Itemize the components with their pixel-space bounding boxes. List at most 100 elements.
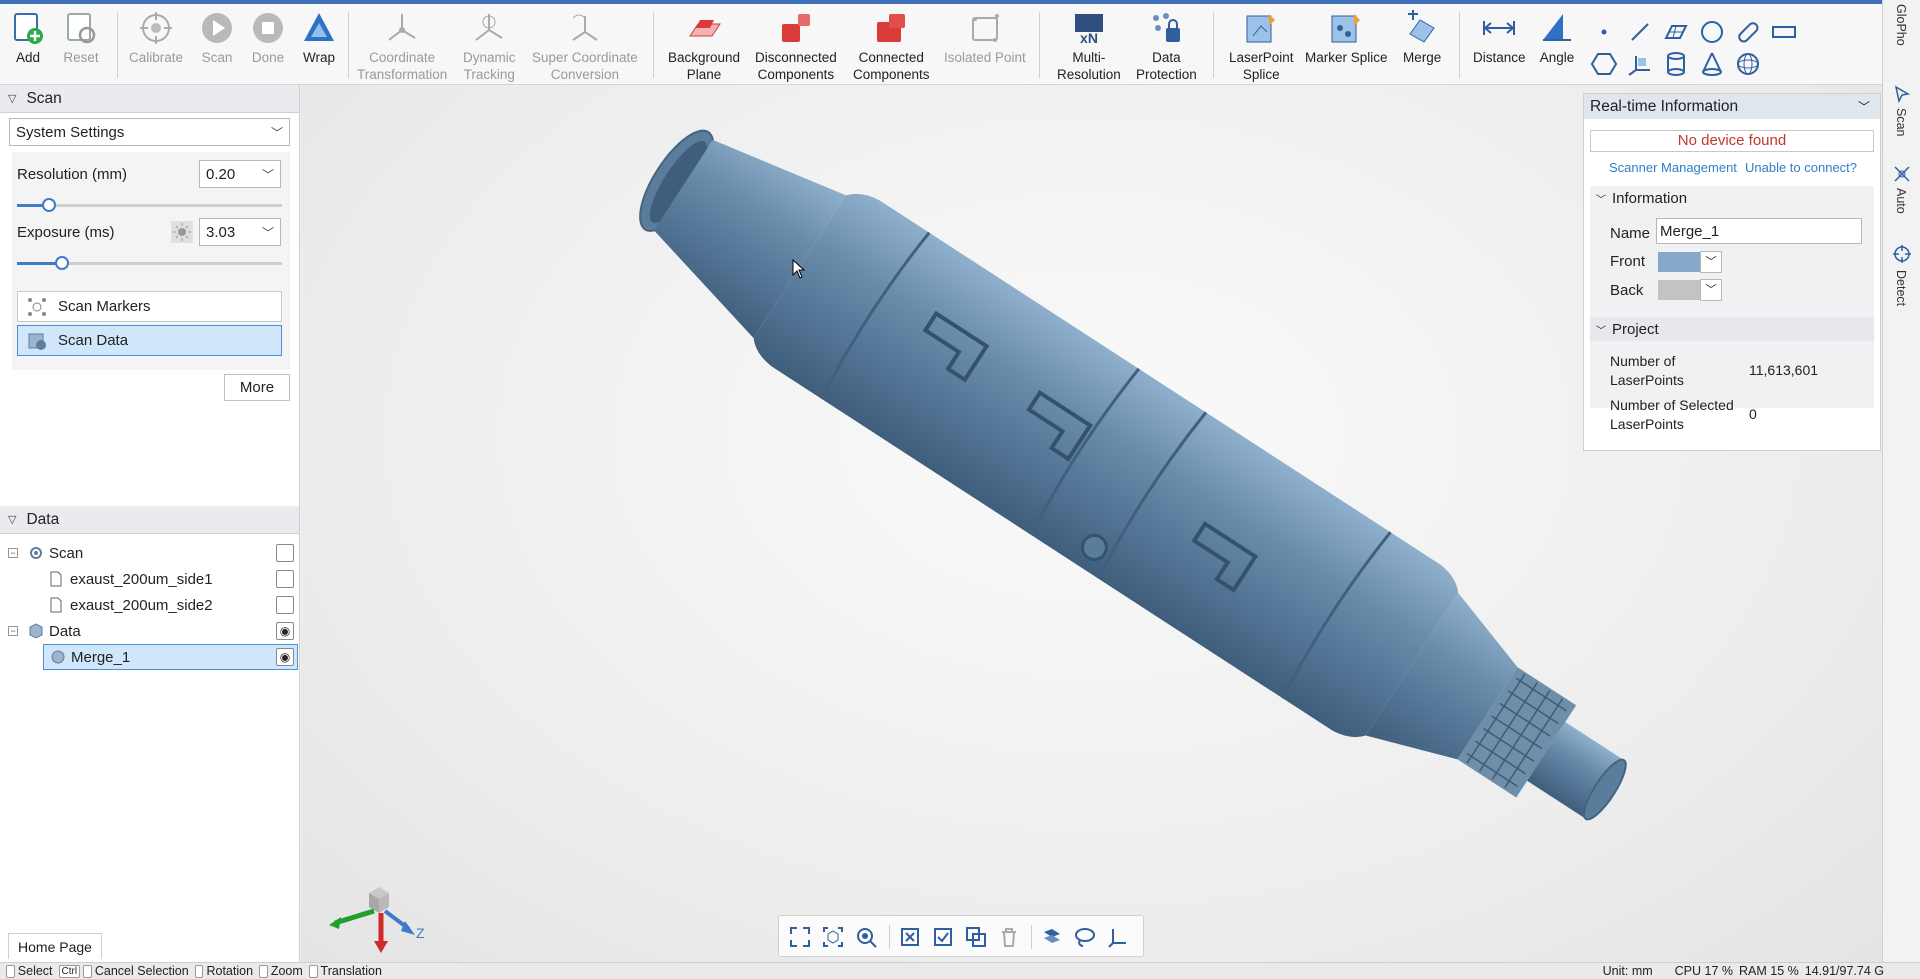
invert-selection-icon[interactable] (965, 926, 987, 948)
plane-feature-icon[interactable] (1662, 18, 1690, 46)
angle-button[interactable]: Angle (1539, 10, 1575, 66)
front-color-swatch[interactable] (1658, 252, 1700, 272)
point-feature-icon[interactable] (1590, 18, 1618, 46)
project-section-header[interactable]: ﹀ Project (1590, 317, 1874, 341)
scan-data-button[interactable]: Scan Data (17, 325, 282, 356)
wrap-icon (304, 13, 334, 41)
more-button[interactable]: More (224, 374, 290, 401)
circle-feature-icon[interactable] (1698, 18, 1726, 46)
exposure-slider[interactable] (17, 256, 282, 270)
toolbar-divider (117, 12, 118, 78)
collapse-icon[interactable]: − (8, 626, 18, 636)
home-page-tab[interactable]: Home Page (8, 933, 102, 959)
name-field[interactable]: Merge_1 (1656, 218, 1862, 244)
wrap-button[interactable]: Wrap (301, 10, 337, 66)
view-cube-icon[interactable] (822, 926, 844, 948)
background-plane-button[interactable]: Background Plane (668, 10, 740, 83)
distance-button[interactable]: Distance (1473, 10, 1526, 66)
multi-resolution-button[interactable]: xN Multi- Resolution (1057, 10, 1121, 83)
isolated-point-button[interactable]: Isolated Point (944, 10, 1026, 66)
toolbar-divider (1213, 12, 1214, 78)
calibrate-button[interactable]: Calibrate (129, 10, 183, 66)
marker-splice-button[interactable]: Marker Splice (1305, 10, 1388, 66)
isolated-point-icon (971, 14, 999, 42)
resolution-slider-knob[interactable] (41, 198, 56, 212)
scan-play-icon (202, 13, 232, 43)
chevron-down-icon: ﹀ (1596, 325, 1606, 337)
glopho-tab[interactable]: GloPho (1894, 4, 1908, 46)
status-cancel: Cancel Selection (94, 964, 189, 978)
auto-tab[interactable]: Auto (1894, 188, 1908, 214)
add-button[interactable]: Add (10, 10, 46, 66)
scan-markers-button[interactable]: Scan Markers (17, 291, 282, 322)
information-section-header[interactable]: ﹀ Information (1590, 186, 1874, 210)
realtime-info-header[interactable]: Real-time Information ﹀ (1584, 94, 1880, 119)
tree-item-merge[interactable]: Merge_1 ◉ (43, 644, 298, 670)
deselect-all-icon[interactable] (899, 926, 921, 948)
system-settings-select[interactable]: System Settings ﹀ (9, 118, 290, 146)
lasso-icon[interactable] (1074, 926, 1096, 948)
done-button[interactable]: Done (250, 10, 286, 66)
calibrate-label: Calibrate (129, 50, 184, 65)
num-selected-label: Number of Selected LaserPoints (1610, 397, 1734, 432)
dynamic-tracking-button[interactable]: Dynamic Tracking (463, 10, 516, 83)
markers-icon (28, 297, 46, 316)
slot-feature-icon[interactable] (1734, 18, 1762, 46)
exposure-value: 3.03 (206, 223, 236, 241)
delete-icon[interactable] (998, 926, 1020, 948)
chevron-down-icon[interactable]: ﹀ (1858, 98, 1870, 115)
resolution-slider[interactable] (17, 198, 282, 212)
zoom-icon[interactable] (855, 926, 877, 948)
super-coordinate-conversion-button[interactable]: Super Coordinate Conversion (532, 10, 638, 83)
back-color-swatch[interactable] (1658, 280, 1700, 300)
laserpoint-splice-button[interactable]: LaserPoint Splice (1229, 10, 1294, 83)
collapse-icon[interactable]: − (8, 548, 18, 558)
scan-section-header[interactable]: ▽ Scan (0, 85, 299, 113)
line-feature-icon[interactable] (1626, 18, 1654, 46)
detect-tab[interactable]: Detect (1894, 270, 1908, 306)
disconnected-components-button[interactable]: Disconnected Components (755, 10, 837, 83)
polygon-feature-icon[interactable] (1590, 50, 1618, 78)
eye-icon[interactable]: ◉ (276, 648, 294, 666)
scan-tab[interactable]: Scan (1894, 108, 1908, 137)
done-label: Done (251, 50, 285, 65)
coordinate-transformation-button[interactable]: Coordinate Transformation (357, 10, 447, 83)
scanner-management-link[interactable]: Scanner Management (1609, 160, 1737, 175)
surface-select-icon[interactable] (1041, 926, 1063, 948)
fit-view-icon[interactable] (789, 926, 811, 948)
merge-button[interactable]: Merge (1403, 10, 1441, 66)
connected-components-button[interactable]: Connected Components (853, 10, 930, 83)
resolution-select[interactable]: 0.20 ﹀ (199, 160, 281, 188)
sphere-feature-icon[interactable] (1734, 50, 1762, 78)
data-protection-button[interactable]: Data Protection (1136, 10, 1197, 83)
tree-item-side2[interactable]: exaust_200um_side2 (0, 592, 298, 618)
scan-button[interactable]: Scan (199, 10, 235, 66)
unable-to-connect-link[interactable]: Unable to connect? (1745, 160, 1857, 175)
tree-item-scan-group[interactable]: − Scan (0, 540, 298, 566)
back-color-dropdown[interactable]: ﹀ (1700, 279, 1722, 301)
cone-feature-icon[interactable] (1698, 50, 1726, 78)
coordinate-axis-icon[interactable] (1107, 926, 1129, 948)
visibility-checkbox[interactable] (276, 544, 294, 562)
eye-icon[interactable]: ◉ (276, 622, 294, 640)
rectangle-feature-icon[interactable] (1770, 18, 1798, 46)
select-all-icon[interactable] (932, 926, 954, 948)
connected-icon (877, 14, 906, 42)
visibility-checkbox[interactable] (276, 596, 294, 614)
num-points-label: Number of LaserPoints (1610, 353, 1684, 388)
tree-item-side1[interactable]: exaust_200um_side1 (0, 566, 298, 592)
exposure-slider-knob[interactable] (55, 256, 70, 270)
reset-button[interactable]: Reset (63, 10, 99, 66)
cylinder-feature-icon[interactable] (1662, 50, 1690, 78)
data-section-header[interactable]: ▽ Data (0, 506, 299, 534)
data-section: ▽ Data (0, 506, 299, 534)
exposure-select[interactable]: 3.03 ﹀ (199, 218, 281, 246)
mouse-left-icon (6, 964, 15, 978)
auto-exposure-icon[interactable] (171, 221, 193, 243)
scan-label: Scan (201, 50, 233, 65)
status-translation: Translation (320, 964, 382, 978)
tree-item-data-group[interactable]: − Data ◉ (0, 618, 298, 644)
coordinate-feature-icon[interactable] (1626, 50, 1654, 78)
visibility-checkbox[interactable] (276, 570, 294, 588)
front-color-dropdown[interactable]: ﹀ (1700, 251, 1722, 273)
